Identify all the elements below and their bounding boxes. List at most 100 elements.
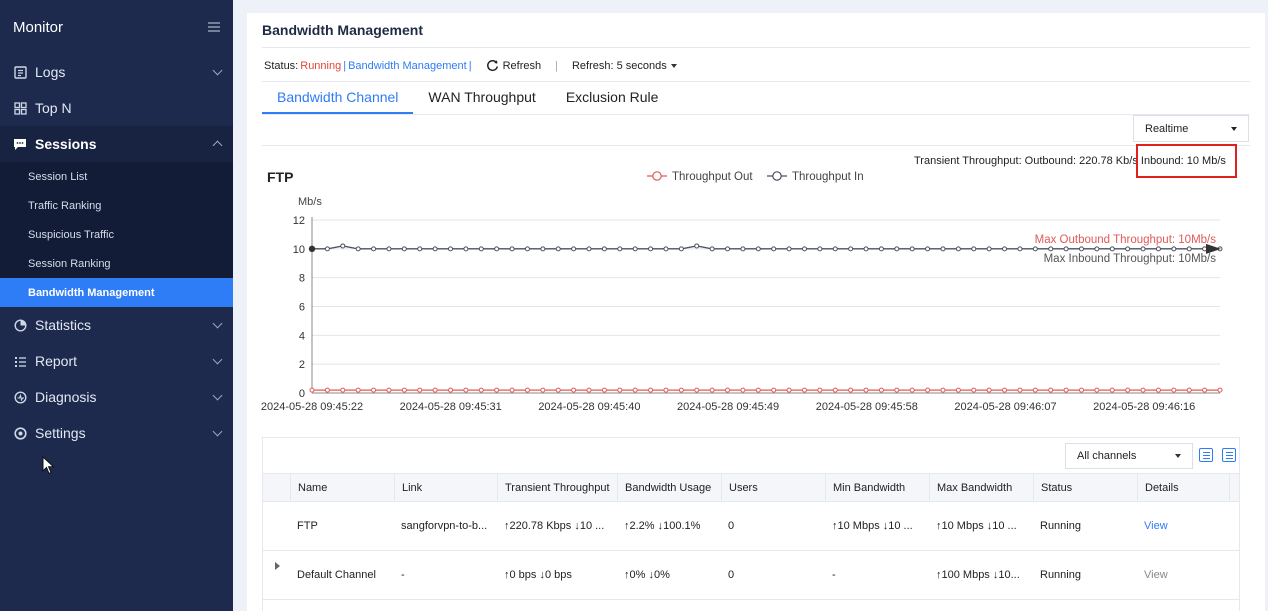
- cell-users: 0: [728, 569, 735, 581]
- caret-down-icon: [1175, 454, 1181, 458]
- cell-transient-throughput: ↑220.78 Kbps ↓10 ...: [504, 520, 605, 532]
- throughput-in-point: [986, 246, 992, 252]
- throughput-out-point: [878, 387, 884, 393]
- throughput-in-point: [1125, 246, 1131, 252]
- throughput-out-point: [1002, 387, 1008, 393]
- sidebar-subitem-traffic-ranking[interactable]: Traffic Ranking: [0, 191, 233, 220]
- column-settings-icon[interactable]: [1199, 448, 1213, 462]
- throughput-out-point: [555, 387, 561, 393]
- throughput-in-point: [601, 246, 607, 252]
- sidebar-item-sessions[interactable]: Sessions: [0, 126, 233, 162]
- throughput-out-point: [1202, 387, 1208, 393]
- column-header-status[interactable]: Status: [1033, 474, 1137, 502]
- view-details-link[interactable]: View: [1137, 502, 1229, 550]
- y-tick-label: 2: [299, 359, 305, 371]
- throughput-in-point: [1186, 246, 1192, 252]
- column-header-transient-throughput[interactable]: Transient Throughput: [497, 474, 617, 502]
- throughput-in-point: [740, 246, 746, 252]
- y-tick-label: 0: [299, 388, 305, 400]
- throughput-out-point: [494, 387, 500, 393]
- throughput-out-point: [755, 387, 761, 393]
- throughput-out-point: [571, 387, 577, 393]
- throughput-out-point: [1094, 387, 1100, 393]
- sidebar-item-label: Sessions: [35, 136, 97, 152]
- throughput-in-point: [694, 243, 700, 249]
- throughput-in-point: [401, 246, 407, 252]
- throughput-out-point: [940, 387, 946, 393]
- column-header-bandwidth-usage[interactable]: Bandwidth Usage: [617, 474, 721, 502]
- cell-min-bandwidth: ↑10 Mbps ↓10 ...: [832, 520, 913, 532]
- throughput-in-point: [1048, 246, 1054, 252]
- cell-link: -: [401, 569, 405, 581]
- chevron-down-icon: [212, 65, 223, 76]
- sidebar-item-label: Top N: [35, 100, 72, 116]
- sidebar-item-label: Report: [35, 353, 78, 369]
- table-row[interactable]: FTP sangforvpn-to-b... ↑220.78 Kbps ↓10 …: [263, 502, 1239, 551]
- throughput-in-point: [878, 246, 884, 252]
- throughput-in-point: [1155, 246, 1161, 252]
- x-tick-label: 2024-05-28 09:45:58: [816, 401, 918, 413]
- collapse-menu-icon[interactable]: [208, 22, 220, 32]
- sidebar-item-statistics[interactable]: Statistics: [0, 307, 233, 343]
- throughput-out-point: [340, 387, 346, 393]
- chevron-down-icon: [212, 354, 223, 365]
- sidebar-item-logs[interactable]: Logs: [0, 54, 233, 90]
- throughput-out-point: [324, 387, 330, 393]
- throughput-in-point: [848, 246, 854, 252]
- x-tick-label: 2024-05-28 09:45:31: [400, 401, 502, 413]
- channel-filter-select[interactable]: All channels: [1065, 443, 1193, 469]
- sidebar: Monitor Logs Top N Sessions Session List…: [0, 0, 233, 611]
- throughput-out-point: [1032, 387, 1038, 393]
- column-header-users[interactable]: Users: [721, 474, 825, 502]
- column-header-details[interactable]: Details: [1137, 474, 1229, 502]
- throughput-out-point: [509, 387, 515, 393]
- throughput-in-point: [324, 246, 330, 252]
- throughput-out-point: [909, 387, 915, 393]
- cell-name: Default Channel: [297, 569, 376, 581]
- sidebar-item-diagnosis[interactable]: Diagnosis: [0, 379, 233, 415]
- throughput-out-point: [540, 387, 546, 393]
- cell-users: 0: [728, 520, 735, 532]
- column-header-min-bandwidth[interactable]: Min Bandwidth: [825, 474, 929, 502]
- chevron-down-icon: [212, 426, 223, 437]
- sidebar-item-report[interactable]: Report: [0, 343, 233, 379]
- throughput-in-point: [463, 246, 469, 252]
- column-header-link[interactable]: Link: [394, 474, 497, 502]
- sidebar-item-settings[interactable]: Settings: [0, 415, 233, 451]
- expand-row-icon[interactable]: [275, 562, 280, 570]
- throughput-out-point: [1017, 387, 1023, 393]
- sidebar-subitem-session-ranking[interactable]: Session Ranking: [0, 249, 233, 278]
- y-tick-label: 4: [299, 330, 305, 342]
- throughput-out-point: [925, 387, 931, 393]
- throughput-out-point: [1140, 387, 1146, 393]
- throughput-in-point: [494, 246, 500, 252]
- throughput-out-point: [1048, 387, 1054, 393]
- y-tick-label: 8: [299, 273, 305, 285]
- max-inbound-annotation: Max Inbound Throughput: 10Mb/s: [1044, 253, 1217, 265]
- cell-min-bandwidth: -: [832, 569, 836, 581]
- column-header-name[interactable]: Name: [290, 474, 394, 502]
- throughput-out-point: [1078, 387, 1084, 393]
- throughput-out-point: [801, 387, 807, 393]
- chart-series: [308, 243, 1223, 393]
- throughput-in-point: [925, 246, 931, 252]
- throughput-out-point: [709, 387, 715, 393]
- chevron-up-icon: [212, 140, 223, 151]
- y-axis-label: Mb/s: [298, 196, 322, 208]
- sidebar-subitem-session-list[interactable]: Session List: [0, 162, 233, 191]
- cell-max-bandwidth: ↑10 Mbps ↓10 ...: [936, 520, 1017, 532]
- sidebar-item-label: Logs: [35, 64, 66, 80]
- throughput-in-point: [786, 246, 792, 252]
- sidebar-subitem-bandwidth-management[interactable]: Bandwidth Management: [0, 278, 233, 307]
- table-row[interactable]: Default Channel - ↑0 bps ↓0 bps ↑0% ↓0% …: [263, 551, 1239, 600]
- sidebar-subitem-suspicious-traffic[interactable]: Suspicious Traffic: [0, 220, 233, 249]
- throughput-out-point: [740, 387, 746, 393]
- x-tick-label: 2024-05-28 09:45:40: [538, 401, 640, 413]
- view-details-link[interactable]: View: [1137, 551, 1229, 599]
- channel-filter-value: All channels: [1077, 450, 1137, 462]
- sidebar-item-top-n[interactable]: Top N: [0, 90, 233, 126]
- list-view-icon[interactable]: [1222, 448, 1236, 462]
- throughput-out-point: [401, 387, 407, 393]
- throughput-in-point: [909, 246, 915, 252]
- column-header-max-bandwidth[interactable]: Max Bandwidth: [929, 474, 1033, 502]
